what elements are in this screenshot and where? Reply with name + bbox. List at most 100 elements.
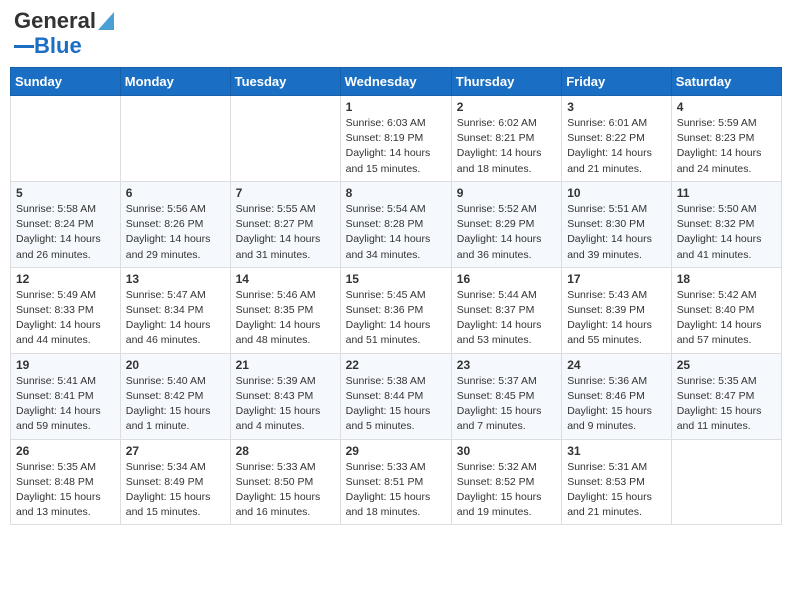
day-info: Sunrise: 5:37 AM Sunset: 8:45 PM Dayligh… <box>457 374 556 435</box>
calendar-cell: 28 Sunrise: 5:33 AM Sunset: 8:50 PM Dayli… <box>230 439 340 525</box>
calendar-cell: 11 Sunrise: 5:50 AM Sunset: 8:32 PM Dayli… <box>671 181 781 267</box>
day-info: Sunrise: 5:42 AM Sunset: 8:40 PM Dayligh… <box>677 288 776 349</box>
day-number: 11 <box>677 186 776 200</box>
calendar-cell: 16Sunrise: 5:44 AM Sunset: 8:37 PM Dayli… <box>451 267 561 353</box>
calendar-cell: 29 Sunrise: 5:33 AM Sunset: 8:51 PM Dayli… <box>340 439 451 525</box>
day-of-week-header: Monday <box>120 68 230 96</box>
calendar-cell: 15Sunrise: 5:45 AM Sunset: 8:36 PM Dayli… <box>340 267 451 353</box>
calendar-cell: 5Sunrise: 5:58 AM Sunset: 8:24 PM Daylig… <box>11 181 121 267</box>
day-number: 26 <box>16 444 115 458</box>
day-number: 24 <box>567 358 666 372</box>
calendar-cell: 30 Sunrise: 5:32 AM Sunset: 8:52 PM Dayli… <box>451 439 561 525</box>
calendar-cell <box>230 96 340 182</box>
day-number: 2 <box>457 100 556 114</box>
day-number: 28 <box>236 444 335 458</box>
calendar-cell <box>120 96 230 182</box>
calendar-cell: 21Sunrise: 5:39 AM Sunset: 8:43 PM Dayli… <box>230 353 340 439</box>
day-info: Sunrise: 5:39 AM Sunset: 8:43 PM Dayligh… <box>236 374 335 435</box>
calendar-header-row: SundayMondayTuesdayWednesdayThursdayFrid… <box>11 68 782 96</box>
day-number: 5 <box>16 186 115 200</box>
logo-general-text: General <box>14 10 96 32</box>
day-number: 14 <box>236 272 335 286</box>
calendar-cell: 4 Sunrise: 5:59 AM Sunset: 8:23 PM Daylig… <box>671 96 781 182</box>
day-info: Sunrise: 5:56 AM Sunset: 8:26 PM Dayligh… <box>126 202 225 263</box>
day-number: 8 <box>346 186 446 200</box>
calendar-cell: 19 Sunrise: 5:41 AM Sunset: 8:41 PM Dayli… <box>11 353 121 439</box>
calendar-cell: 26 Sunrise: 5:35 AM Sunset: 8:48 PM Dayli… <box>11 439 121 525</box>
day-info: Sunrise: 5:43 AM Sunset: 8:39 PM Dayligh… <box>567 288 666 349</box>
calendar-week-row: 1 Sunrise: 6:03 AM Sunset: 8:19 PM Daylig… <box>11 96 782 182</box>
day-number: 4 <box>677 100 776 114</box>
page-header: General Blue <box>10 10 782 59</box>
day-number: 12 <box>16 272 115 286</box>
day-info: Sunrise: 5:31 AM Sunset: 8:53 PM Dayligh… <box>567 460 666 521</box>
day-info: Sunrise: 5:45 AM Sunset: 8:36 PM Dayligh… <box>346 288 446 349</box>
day-info: Sunrise: 5:41 AM Sunset: 8:41 PM Dayligh… <box>16 374 115 435</box>
logo-line <box>14 45 34 48</box>
day-number: 6 <box>126 186 225 200</box>
calendar-cell: 2 Sunrise: 6:02 AM Sunset: 8:21 PM Daylig… <box>451 96 561 182</box>
day-number: 19 <box>16 358 115 372</box>
day-number: 23 <box>457 358 556 372</box>
day-number: 9 <box>457 186 556 200</box>
day-info: Sunrise: 5:46 AM Sunset: 8:35 PM Dayligh… <box>236 288 335 349</box>
day-info: Sunrise: 5:54 AM Sunset: 8:28 PM Dayligh… <box>346 202 446 263</box>
day-info: Sunrise: 6:03 AM Sunset: 8:19 PM Dayligh… <box>346 116 446 177</box>
calendar-cell: 20 Sunrise: 5:40 AM Sunset: 8:42 PM Dayli… <box>120 353 230 439</box>
day-number: 3 <box>567 100 666 114</box>
day-info: Sunrise: 5:35 AM Sunset: 8:48 PM Dayligh… <box>16 460 115 521</box>
calendar-cell: 27 Sunrise: 5:34 AM Sunset: 8:49 PM Dayli… <box>120 439 230 525</box>
day-info: Sunrise: 6:01 AM Sunset: 8:22 PM Dayligh… <box>567 116 666 177</box>
calendar-cell: 25 Sunrise: 5:35 AM Sunset: 8:47 PM Dayli… <box>671 353 781 439</box>
day-info: Sunrise: 5:33 AM Sunset: 8:50 PM Dayligh… <box>236 460 335 521</box>
calendar-cell: 14 Sunrise: 5:46 AM Sunset: 8:35 PM Dayli… <box>230 267 340 353</box>
day-info: Sunrise: 5:51 AM Sunset: 8:30 PM Dayligh… <box>567 202 666 263</box>
calendar-cell: 18 Sunrise: 5:42 AM Sunset: 8:40 PM Dayli… <box>671 267 781 353</box>
day-number: 29 <box>346 444 446 458</box>
day-number: 1 <box>346 100 446 114</box>
logo-icon <box>98 12 114 30</box>
day-info: Sunrise: 5:33 AM Sunset: 8:51 PM Dayligh… <box>346 460 446 521</box>
day-info: Sunrise: 5:36 AM Sunset: 8:46 PM Dayligh… <box>567 374 666 435</box>
calendar-cell: 8 Sunrise: 5:54 AM Sunset: 8:28 PM Daylig… <box>340 181 451 267</box>
day-info: Sunrise: 5:59 AM Sunset: 8:23 PM Dayligh… <box>677 116 776 177</box>
calendar-cell <box>671 439 781 525</box>
day-info: Sunrise: 5:38 AM Sunset: 8:44 PM Dayligh… <box>346 374 446 435</box>
day-info: Sunrise: 5:35 AM Sunset: 8:47 PM Dayligh… <box>677 374 776 435</box>
day-info: Sunrise: 6:02 AM Sunset: 8:21 PM Dayligh… <box>457 116 556 177</box>
calendar-cell: 23 Sunrise: 5:37 AM Sunset: 8:45 PM Dayli… <box>451 353 561 439</box>
day-of-week-header: Saturday <box>671 68 781 96</box>
day-info: Sunrise: 5:44 AM Sunset: 8:37 PM Dayligh… <box>457 288 556 349</box>
calendar-cell: 24 Sunrise: 5:36 AM Sunset: 8:46 PM Dayli… <box>562 353 672 439</box>
day-info: Sunrise: 5:40 AM Sunset: 8:42 PM Dayligh… <box>126 374 225 435</box>
calendar-cell: 22 Sunrise: 5:38 AM Sunset: 8:44 PM Dayli… <box>340 353 451 439</box>
day-number: 30 <box>457 444 556 458</box>
calendar-cell: 1 Sunrise: 6:03 AM Sunset: 8:19 PM Daylig… <box>340 96 451 182</box>
logo: General Blue <box>14 10 114 59</box>
calendar-cell: 6 Sunrise: 5:56 AM Sunset: 8:26 PM Daylig… <box>120 181 230 267</box>
logo-blue-text: Blue <box>34 33 82 59</box>
day-number: 22 <box>346 358 446 372</box>
day-number: 7 <box>236 186 335 200</box>
calendar-cell: 7Sunrise: 5:55 AM Sunset: 8:27 PM Daylig… <box>230 181 340 267</box>
day-of-week-header: Tuesday <box>230 68 340 96</box>
calendar-cell: 10Sunrise: 5:51 AM Sunset: 8:30 PM Dayli… <box>562 181 672 267</box>
day-info: Sunrise: 5:32 AM Sunset: 8:52 PM Dayligh… <box>457 460 556 521</box>
day-info: Sunrise: 5:47 AM Sunset: 8:34 PM Dayligh… <box>126 288 225 349</box>
day-info: Sunrise: 5:34 AM Sunset: 8:49 PM Dayligh… <box>126 460 225 521</box>
day-number: 18 <box>677 272 776 286</box>
day-number: 27 <box>126 444 225 458</box>
calendar-table: SundayMondayTuesdayWednesdayThursdayFrid… <box>10 67 782 525</box>
calendar-cell <box>11 96 121 182</box>
day-of-week-header: Sunday <box>11 68 121 96</box>
calendar-cell: 3 Sunrise: 6:01 AM Sunset: 8:22 PM Daylig… <box>562 96 672 182</box>
calendar-week-row: 19 Sunrise: 5:41 AM Sunset: 8:41 PM Dayli… <box>11 353 782 439</box>
day-number: 17 <box>567 272 666 286</box>
day-number: 20 <box>126 358 225 372</box>
day-of-week-header: Thursday <box>451 68 561 96</box>
day-info: Sunrise: 5:50 AM Sunset: 8:32 PM Dayligh… <box>677 202 776 263</box>
calendar-cell: 17 Sunrise: 5:43 AM Sunset: 8:39 PM Dayli… <box>562 267 672 353</box>
calendar-cell: 9Sunrise: 5:52 AM Sunset: 8:29 PM Daylig… <box>451 181 561 267</box>
day-number: 25 <box>677 358 776 372</box>
calendar-week-row: 12Sunrise: 5:49 AM Sunset: 8:33 PM Dayli… <box>11 267 782 353</box>
